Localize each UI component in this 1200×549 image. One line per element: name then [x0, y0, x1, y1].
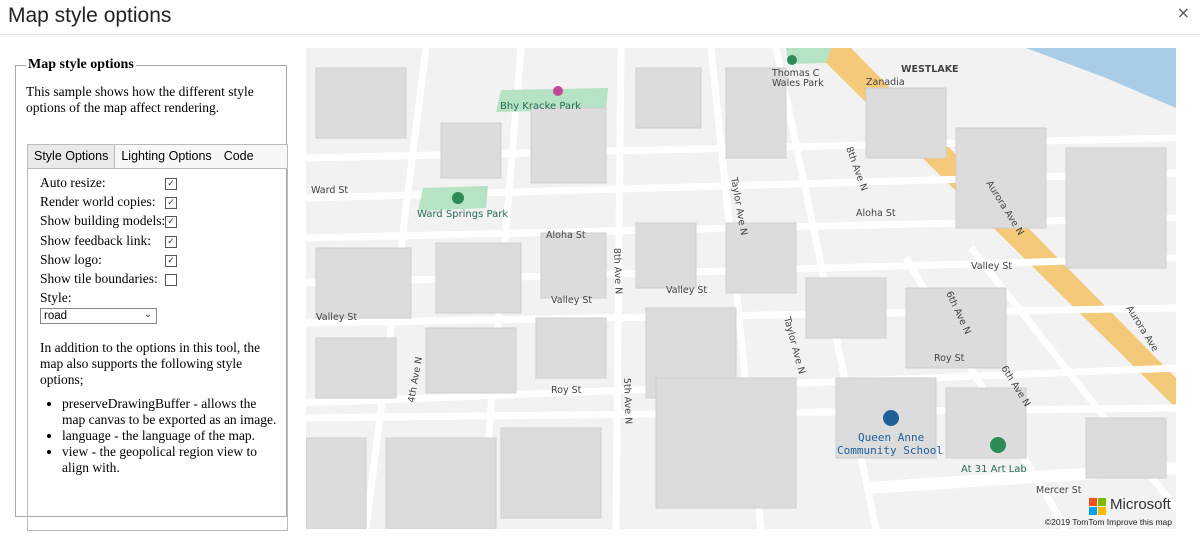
- option-label: Show logo:: [40, 251, 102, 267]
- list-item: view - the geopolical region view to ali…: [62, 444, 280, 476]
- map-canvas[interactable]: WESTLAKE Zanadia Thomas C Wales Park Bhy…: [306, 48, 1176, 529]
- option-auto-resize: Auto resize: ✓: [28, 175, 287, 194]
- label-aloha-st-2: Aloha St: [856, 208, 896, 219]
- label-zanadia: Zanadia: [866, 77, 905, 88]
- school-icon: [883, 410, 899, 426]
- option-label: Show building models:: [40, 213, 166, 229]
- label-queen-anne: Queen Anne: [858, 431, 924, 444]
- option-show-building-models: Show building models: ✓: [28, 213, 287, 232]
- label-valley-st-3: Valley St: [971, 261, 1012, 272]
- label-roy-st: Roy St: [551, 385, 582, 396]
- option-label: Show tile boundaries:: [40, 270, 158, 286]
- close-icon[interactable]: ×: [1177, 3, 1190, 22]
- title-bar: Map style options ×: [0, 0, 1200, 35]
- label-5th-ave: 5th Ave N: [621, 378, 634, 425]
- label-valley-st-2: Valley St: [666, 285, 707, 296]
- label-wales-park: Wales Park: [772, 78, 824, 89]
- chevron-down-icon: ⌄: [143, 309, 152, 320]
- park-icon: [553, 86, 563, 96]
- label-community-school: Community School: [837, 444, 943, 457]
- option-show-logo: Show logo: ✓: [28, 252, 287, 271]
- copyright-text: ©2019 TomTom: [1044, 517, 1105, 527]
- show-logo-checkbox[interactable]: ✓: [165, 254, 177, 267]
- park-icon: [452, 192, 464, 204]
- style-label: Style:: [40, 290, 72, 306]
- park-icon: [787, 55, 797, 65]
- intro-text: This sample shows how the different styl…: [26, 84, 254, 115]
- map-attribution: ©2019 TomTom Improve this map: [1045, 517, 1172, 527]
- list-item: preserveDrawingBuffer - allows the map c…: [62, 396, 280, 428]
- map-graphics: WESTLAKE Zanadia Thomas C Wales Park Bhy…: [306, 48, 1176, 529]
- label-roy-st-2: Roy St: [934, 353, 965, 364]
- extra-info: In addition to the options in this tool,…: [40, 340, 280, 476]
- style-options-list: preserveDrawingBuffer - allows the map c…: [40, 396, 280, 476]
- auto-resize-checkbox[interactable]: ✓: [165, 178, 177, 190]
- label-valley-st-4: Valley St: [316, 312, 357, 323]
- label-mercer-st: Mercer St: [1036, 485, 1082, 496]
- label-8th-ave: 8th Ave N: [611, 248, 624, 295]
- option-render-world-copies: Render world copies: ✓: [28, 194, 287, 213]
- tab-bar: Style Options Lighting Options Code: [28, 145, 287, 169]
- window-title: Map style options: [8, 4, 172, 27]
- list-item: language - the language of the map.: [62, 428, 280, 444]
- label-westlake: WESTLAKE: [901, 64, 959, 75]
- improve-map-link[interactable]: Improve this map: [1107, 517, 1172, 527]
- option-label: Render world copies:: [40, 194, 156, 210]
- tab-style-options[interactable]: Style Options: [28, 145, 116, 168]
- options-list: Auto resize: ✓ Render world copies: ✓ Sh…: [28, 175, 287, 309]
- show-building-models-checkbox[interactable]: ✓: [165, 216, 177, 229]
- label-ward-st: Ward St: [311, 185, 348, 196]
- label-art-lab: At 31 Art Lab: [961, 464, 1027, 475]
- option-show-feedback-link: Show feedback link: ✓: [28, 233, 287, 252]
- label-valley-st: Valley St: [551, 295, 592, 306]
- option-label: Auto resize:: [40, 175, 106, 190]
- show-feedback-link-checkbox[interactable]: ✓: [165, 235, 177, 248]
- tab-lighting-options[interactable]: Lighting Options: [115, 145, 217, 168]
- microsoft-logo-icon: [1089, 498, 1106, 515]
- tab-code[interactable]: Code: [218, 145, 260, 168]
- label-aloha-st: Aloha St: [546, 230, 586, 241]
- label-bhy-kracke: Bhy Kracke Park: [500, 101, 581, 112]
- tab-container: Style Options Lighting Options Code Auto…: [27, 144, 288, 531]
- style-select-value: road: [44, 310, 68, 322]
- park-icon: [990, 437, 1006, 453]
- label-ward-springs: Ward Springs Park: [417, 209, 508, 220]
- option-show-tile-boundaries: Show tile boundaries:: [28, 271, 287, 290]
- extra-text: In addition to the options in this tool,…: [40, 340, 261, 387]
- options-panel: Map style options This sample shows how …: [15, 57, 288, 531]
- show-tile-boundaries-checkbox[interactable]: [165, 273, 177, 286]
- style-select[interactable]: road ⌄: [40, 308, 157, 324]
- panel-legend: Map style options: [28, 57, 134, 72]
- option-label: Show feedback link:: [40, 232, 151, 248]
- render-world-copies-checkbox[interactable]: ✓: [165, 197, 177, 210]
- microsoft-logo-text: Microsoft: [1110, 496, 1171, 513]
- style-label-row: Style:: [28, 290, 287, 309]
